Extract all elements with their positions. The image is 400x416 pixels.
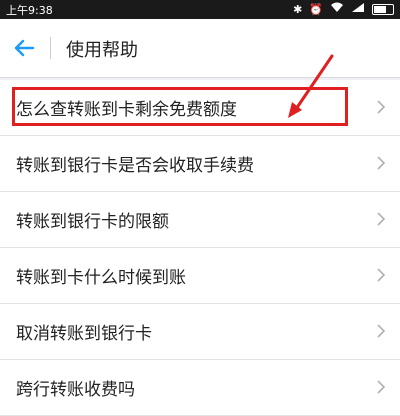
chevron-right-icon xyxy=(377,380,386,394)
annotation-arrow-icon xyxy=(288,54,334,118)
chevron-right-icon xyxy=(377,324,386,338)
back-button[interactable] xyxy=(10,33,40,63)
wifi-icon xyxy=(330,2,344,17)
help-item-interbank-fees[interactable]: 跨行转账收费吗 xyxy=(0,360,400,416)
list-item-label: 转账到银行卡是否会收取手续费 xyxy=(16,156,254,176)
help-item-limit[interactable]: 转账到银行卡的限额 xyxy=(0,192,400,248)
chevron-right-icon xyxy=(377,156,386,170)
chevron-right-icon xyxy=(377,212,386,226)
alarm-icon: ⏰ xyxy=(309,2,323,16)
header-divider xyxy=(50,37,51,59)
back-arrow-icon xyxy=(14,39,35,57)
header: 使用帮助 xyxy=(0,19,400,78)
help-item-cancel[interactable]: 取消转账到银行卡 xyxy=(0,304,400,360)
page-title: 使用帮助 xyxy=(66,40,138,61)
bluetooth-icon: ✱ xyxy=(293,2,303,16)
list-item-label: 转账到银行卡的限额 xyxy=(16,212,169,232)
list-item-label: 转账到卡什么时候到账 xyxy=(16,268,186,288)
battery-icon xyxy=(372,4,394,15)
status-time: 上午9:38 xyxy=(6,4,53,17)
chevron-right-icon xyxy=(377,268,386,282)
help-item-fees[interactable]: 转账到银行卡是否会收取手续费 xyxy=(0,136,400,192)
help-list: 怎么查转账到卡剩余免费额度 转账到银行卡是否会收取手续费 转账到银行卡的限额 转… xyxy=(0,80,400,416)
signal-icon xyxy=(351,2,365,17)
list-item-label: 取消转账到银行卡 xyxy=(16,324,152,344)
list-item-label: 跨行转账收费吗 xyxy=(16,380,135,400)
chevron-right-icon xyxy=(377,100,386,114)
help-item-arrival-time[interactable]: 转账到卡什么时候到账 xyxy=(0,248,400,304)
status-icons: ✱ ⏰ xyxy=(293,2,394,17)
status-bar: 上午9:38 ✱ ⏰ xyxy=(0,0,400,19)
